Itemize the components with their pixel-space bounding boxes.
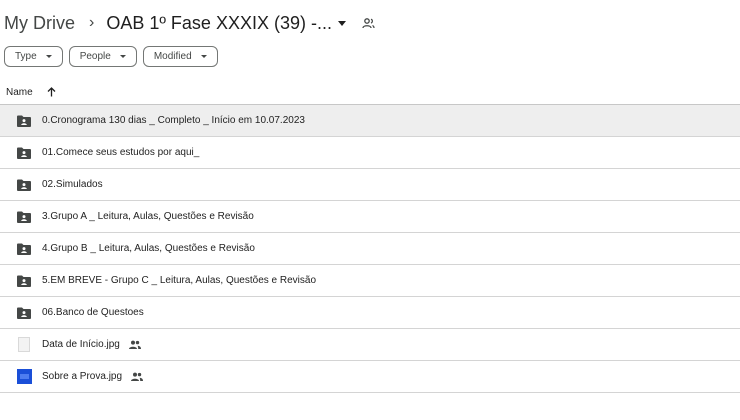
file-list-row[interactable]: 5.EM BREVE - Grupo C _ Leitura, Aulas, Q… [0, 265, 740, 297]
file-list-row[interactable]: 06.Banco de Questoes [0, 297, 740, 329]
modified-filter-label: Modified [153, 51, 192, 62]
breadcrumb-my-drive[interactable]: My Drive [4, 13, 75, 34]
file-list-row[interactable]: 0.Cronograma 130 dias _ Completo _ Iníci… [0, 105, 740, 137]
shared-people-icon [131, 372, 144, 382]
shared-folder-icon [16, 241, 32, 257]
image-thumbnail-icon [16, 337, 32, 353]
file-list-row[interactable]: 3.Grupo A _ Leitura, Aulas, Questões e R… [0, 201, 740, 233]
file-name: 3.Grupo A _ Leitura, Aulas, Questões e R… [42, 211, 254, 222]
file-name: Sobre a Prova.jpg [42, 371, 123, 382]
file-name: Data de Início.jpg [42, 339, 120, 350]
people-filter-chip[interactable]: People [68, 46, 137, 67]
file-name: 02.Simulados [42, 179, 103, 190]
breadcrumb-separator: › [89, 14, 95, 31]
list-header: Name [0, 80, 740, 105]
file-list-row[interactable]: 02.Simulados [0, 169, 740, 201]
file-name: 5.EM BREVE - Grupo C _ Leitura, Aulas, Q… [42, 275, 317, 286]
file-list-row[interactable]: Sobre a Prova.jpg [0, 361, 740, 393]
chevron-down-icon [200, 55, 207, 58]
filter-chips: Type People Modified [4, 46, 218, 67]
shared-folder-icon [16, 305, 32, 321]
type-filter-label: Type [15, 51, 37, 62]
breadcrumb-current-folder[interactable]: OAB 1º Fase XXXIX (39) -... [106, 13, 332, 34]
file-name: 01.Comece seus estudos por aqui_ [42, 147, 200, 158]
people-filter-label: People [79, 51, 111, 62]
type-filter-chip[interactable]: Type [4, 46, 63, 67]
chevron-down-icon [119, 55, 126, 58]
shared-folder-people-icon[interactable] [362, 17, 375, 29]
folder-menu-caret-icon[interactable] [337, 20, 346, 26]
shared-folder-icon [16, 145, 32, 161]
file-name: 4.Grupo B _ Leitura, Aulas, Questões e R… [42, 243, 255, 254]
shared-folder-icon [16, 273, 32, 289]
shared-people-icon [128, 340, 141, 350]
sort-arrow-up-icon[interactable] [47, 87, 56, 97]
file-name: 0.Cronograma 130 dias _ Completo _ Iníci… [42, 115, 305, 126]
shared-folder-icon [16, 209, 32, 225]
shared-folder-icon [16, 113, 32, 129]
file-list-row[interactable]: 4.Grupo B _ Leitura, Aulas, Questões e R… [0, 233, 740, 265]
file-list-row[interactable]: 01.Comece seus estudos por aqui_ [0, 137, 740, 169]
shared-folder-icon [16, 177, 32, 193]
modified-filter-chip[interactable]: Modified [142, 46, 218, 67]
image-thumbnail-icon [16, 369, 32, 385]
file-list: 0.Cronograma 130 dias _ Completo _ Iníci… [0, 105, 740, 393]
file-name: 06.Banco de Questoes [42, 307, 144, 318]
name-column-header[interactable]: Name [6, 87, 33, 98]
chevron-down-icon [45, 55, 52, 58]
breadcrumb: My Drive › OAB 1º Fase XXXIX (39) -... [4, 8, 375, 38]
file-list-row[interactable]: Data de Início.jpg [0, 329, 740, 361]
